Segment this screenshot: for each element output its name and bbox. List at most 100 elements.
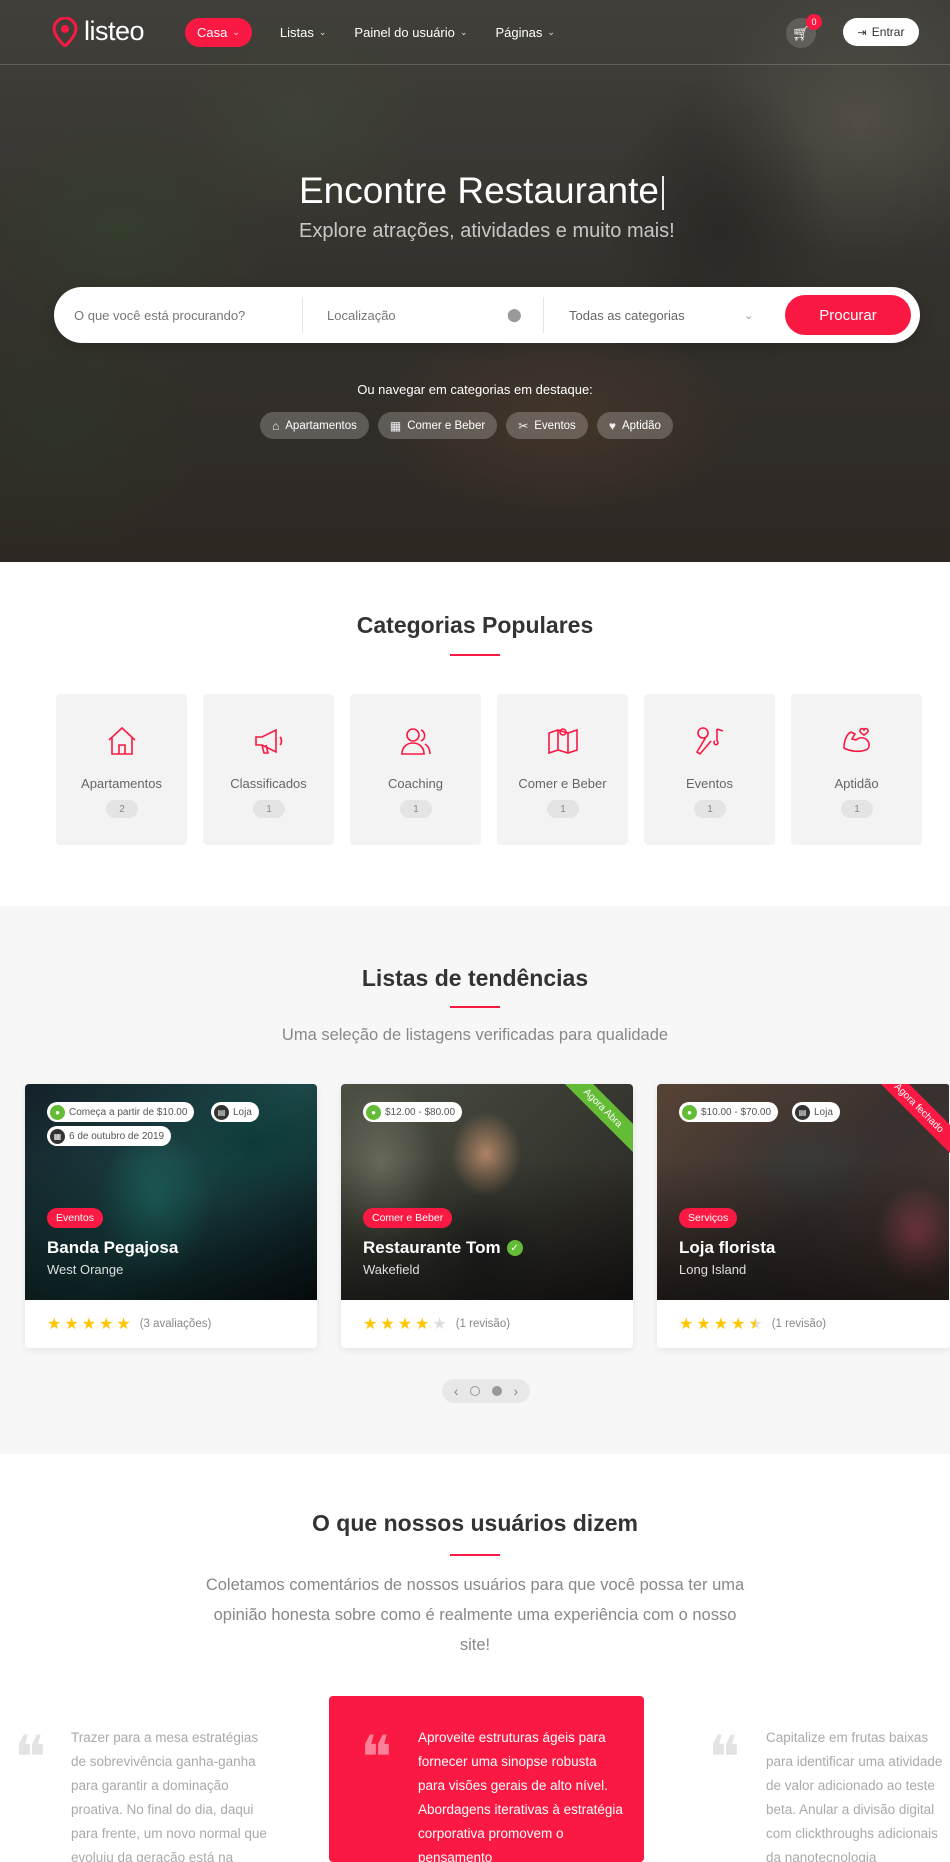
chip-apartamentos[interactable]: ⌂ Apartamentos	[260, 412, 369, 439]
category-count: 1	[253, 800, 285, 818]
signin-button[interactable]: ⇥ Entrar	[843, 18, 919, 46]
category-count: 1	[694, 800, 726, 818]
search-button[interactable]: Procurar	[785, 295, 911, 335]
chip-label: Aptidão	[621, 419, 661, 432]
cart-count-badge: 0	[806, 14, 822, 30]
listing-title: Loja florista	[679, 1238, 775, 1258]
quote-icon: ❝	[708, 1723, 741, 1793]
nav-item-casa[interactable]: Casa ⌄	[185, 18, 252, 47]
logo-text: listeo	[84, 16, 145, 46]
title-underline	[450, 1006, 500, 1008]
star-icon: ★	[415, 1316, 430, 1333]
category-card-comer-beber[interactable]: Comer e Beber 1	[497, 694, 628, 845]
listing-image: Agora fechado ● $10.00 - $70.00 ▤ Loja Ser…	[657, 1084, 950, 1300]
carousel-dot[interactable]	[470, 1386, 481, 1396]
tag-icon: ●	[50, 1104, 65, 1120]
chip-comer-beber[interactable]: ▦ Comer e Beber	[377, 412, 498, 439]
category-grid: Apartamentos 2 Classificados 1 Coaching …	[56, 694, 922, 845]
store-icon: ▤	[214, 1104, 229, 1120]
listing-card[interactable]: Agora Abra ● $12.00 - $80.00 Comer e Bebe…	[341, 1084, 633, 1348]
chevron-down-icon: ⌄	[232, 27, 240, 37]
carousel-pager: ‹ ›	[442, 1379, 530, 1403]
divider	[543, 297, 544, 333]
listing-card[interactable]: ● Começa a partir de $10.00 ▤ Loja ▦ 6 de o…	[25, 1084, 317, 1348]
price-text: $10.00 - $70.00	[701, 1106, 772, 1118]
tag-icon: ●	[682, 1104, 697, 1120]
store-tag: ▤ Loja	[792, 1102, 840, 1122]
chevron-right-icon[interactable]: ›	[513, 1383, 518, 1399]
star-half-icon: ★	[748, 1316, 763, 1333]
star-icon: ★	[397, 1316, 413, 1333]
listing-title: Restaurante Tom ✓	[363, 1238, 523, 1258]
hero-section: listeo Casa ⌄ Listas ⌄ Painel do usuário ⌄ …	[0, 0, 950, 562]
cart-button[interactable]: 🛒︎ 0	[786, 14, 822, 48]
category-card-classificados[interactable]: Classificados 1	[203, 694, 334, 845]
star-empty-icon: ★	[432, 1316, 447, 1333]
chip-eventos[interactable]: ✂ Eventos	[506, 412, 588, 439]
chip-aptidao[interactable]: ♥ Aptidão	[596, 412, 673, 439]
divider	[302, 297, 303, 333]
listing-location: West Orange	[47, 1262, 124, 1277]
map-pin-icon	[52, 15, 78, 48]
price-tag: ● $10.00 - $70.00	[679, 1102, 779, 1122]
search-bar: O que você está procurando? Localização …	[54, 287, 920, 343]
location-input[interactable]: Localização	[327, 287, 527, 343]
nav-label: Páginas	[495, 25, 543, 40]
nav-item-listas[interactable]: Listas ⌄	[280, 25, 327, 40]
location-pin-icon: ⬤	[507, 307, 522, 322]
price-tag: ● Começa a partir de $10.00	[47, 1102, 195, 1122]
star-icon: ★	[679, 1316, 694, 1333]
what-search-input[interactable]: O que você está procurando?	[74, 287, 304, 343]
carousel-dot-active[interactable]	[491, 1386, 502, 1396]
listing-title-text: Restaurante Tom	[363, 1238, 501, 1257]
rating: ★ ★ ★ ★ ★ (1 revisão)	[679, 1314, 826, 1334]
price-text: $12.00 - $80.00	[385, 1106, 456, 1118]
star-icon: ★	[713, 1316, 729, 1333]
house-icon: ⌂	[272, 418, 280, 433]
popular-title: Categorias Populares	[356, 612, 594, 638]
listing-card[interactable]: Agora fechado ● $10.00 - $70.00 ▤ Loja Ser…	[657, 1084, 950, 1348]
header: listeo Casa ⌄ Listas ⌄ Painel do usuário ⌄ …	[0, 0, 950, 65]
quote-icon: ❝	[14, 1723, 47, 1793]
trending-title: Listas de tendências	[361, 965, 589, 991]
category-select[interactable]: Todas as categorias	[569, 287, 769, 343]
nav-item-paginas[interactable]: Páginas ⌄	[495, 25, 555, 40]
chevron-down-icon: ⌄	[459, 27, 468, 37]
chevron-down-icon: ⌄	[318, 27, 327, 37]
category-card-aptidao[interactable]: Aptidão 1	[791, 694, 922, 845]
testimonial-text: Capitalize em frutas baixas para identif…	[766, 1730, 943, 1862]
star-icon: ★	[696, 1316, 711, 1333]
muscle-icon	[791, 724, 922, 760]
category-name: Coaching	[388, 776, 443, 791]
megaphone-icon	[203, 724, 334, 760]
title-underline	[450, 1554, 500, 1556]
listing-title-text: Loja florista	[679, 1238, 776, 1257]
hero-subtitle: Explore atrações, atividades e muito mai…	[299, 220, 675, 242]
listing-title-text: Banda Pegajosa	[47, 1238, 179, 1257]
logo[interactable]: listeo	[52, 15, 145, 48]
review-count: (1 revisão)	[771, 1318, 827, 1330]
rating: ★ ★ ★ ★ ★ (1 revisão)	[363, 1314, 510, 1334]
location-placeholder: Localização	[327, 307, 396, 323]
chip-label: Apartamentos	[285, 419, 357, 432]
what-placeholder: O que você está procurando?	[74, 307, 246, 323]
trending-subtitle: Uma seleção de listagens verificadas par…	[281, 1026, 669, 1044]
date-text: 6 de outubro de 2019	[69, 1130, 165, 1142]
store-tag: ▤ Loja	[211, 1102, 259, 1122]
category-card-coaching[interactable]: Coaching 1	[350, 694, 481, 845]
hero-title: Encontre Restaurante	[299, 170, 664, 212]
price-text: Começa a partir de $10.00	[69, 1106, 188, 1118]
listing-location: Wakefield	[363, 1262, 420, 1277]
rating: ★ ★ ★ ★ ★ (3 avaliações)	[47, 1314, 211, 1334]
chevron-left-icon[interactable]: ‹	[454, 1383, 459, 1399]
star-icon: ★	[116, 1316, 131, 1333]
star-icon: ★	[363, 1316, 378, 1333]
category-count: 1	[841, 800, 873, 818]
signin-label: Entrar	[871, 25, 905, 39]
category-name: Aptidão	[834, 776, 879, 791]
category-card-apartamentos[interactable]: Apartamentos 2	[56, 694, 187, 845]
category-name: Eventos	[686, 776, 733, 791]
category-card-eventos[interactable]: Eventos 1	[644, 694, 775, 845]
browse-label: Ou navegar em categorias em destaque:	[357, 382, 593, 397]
nav-item-painel[interactable]: Painel do usuário ⌄	[354, 25, 467, 40]
